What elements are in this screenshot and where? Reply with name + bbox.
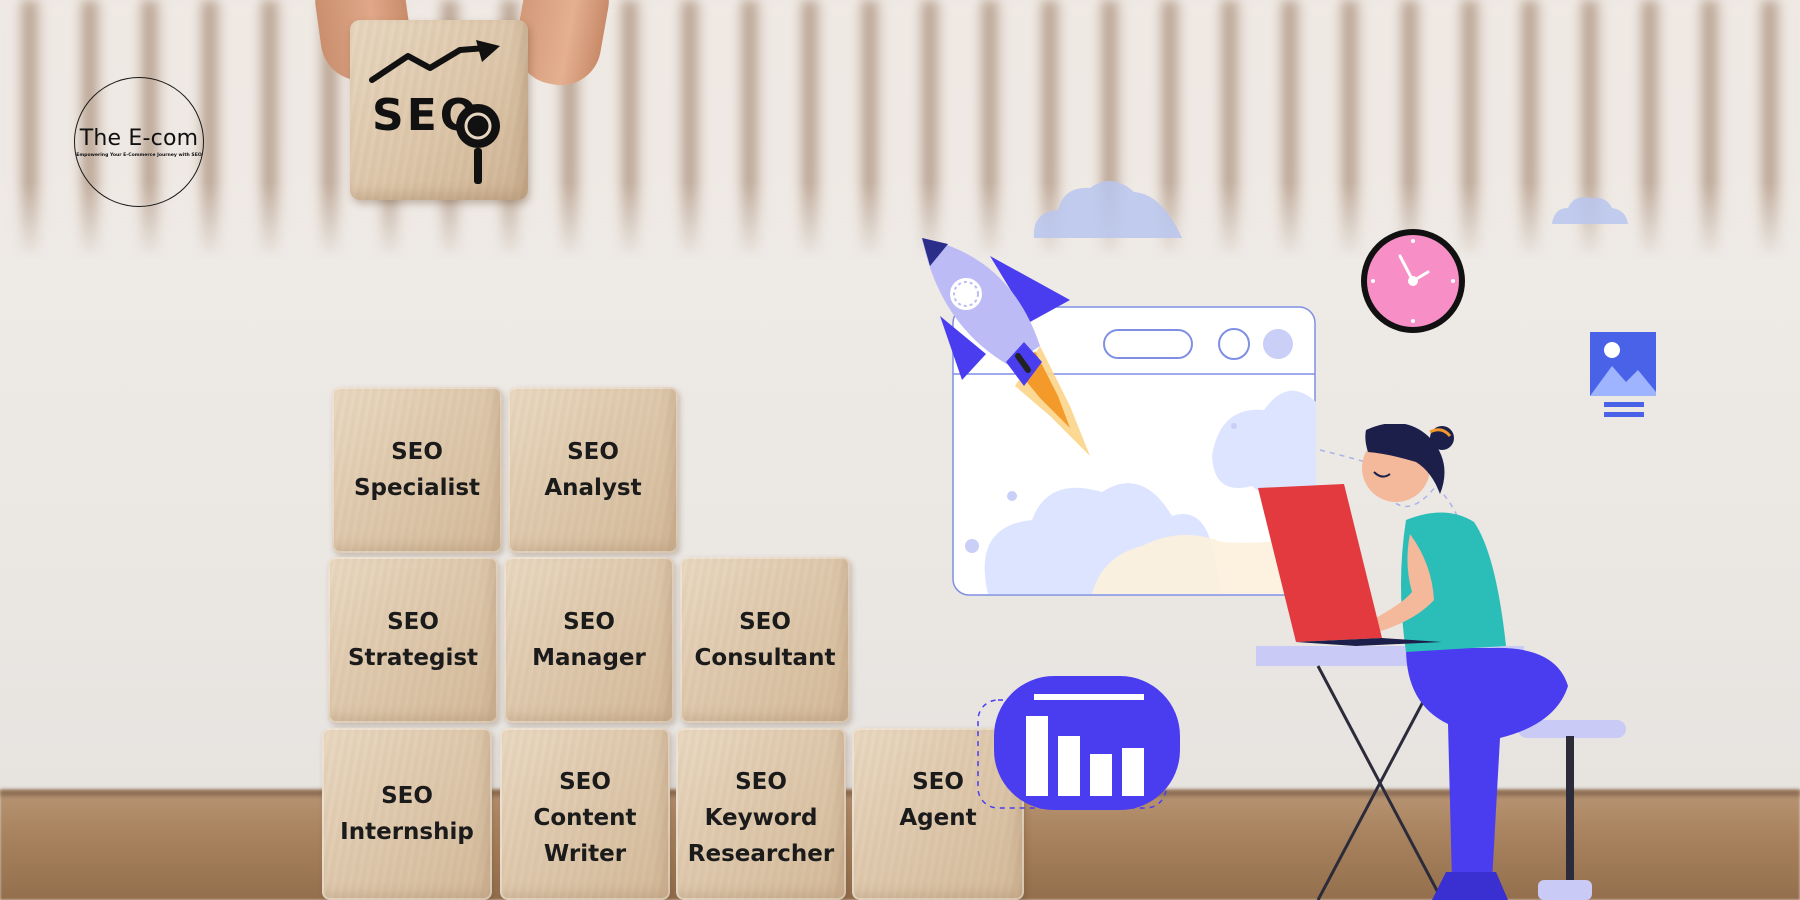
block-seo-consultant: SEO Consultant	[680, 557, 850, 723]
block-line: Internship	[340, 819, 474, 845]
image-icon	[1590, 332, 1656, 417]
clock-icon	[1361, 229, 1465, 333]
block-line: Consultant	[694, 645, 836, 671]
cloud-icon	[1552, 197, 1628, 224]
woman-at-laptop-illustration	[1256, 424, 1626, 900]
block-seo-specialist: SEO Specialist	[332, 387, 502, 553]
blurred-slat-background	[0, 0, 1800, 260]
block-line: Researcher	[687, 841, 835, 867]
block-line: SEO	[567, 439, 619, 465]
block-seo-strategist: SEO Strategist	[328, 557, 498, 723]
block-seo-keyword-researcher: SEO Keyword Researcher	[676, 728, 846, 900]
block-line: SEO	[391, 439, 443, 465]
seo-cube: SEO	[350, 20, 528, 200]
bar-chart-icon	[977, 676, 1180, 810]
block-seo-manager: SEO Manager	[504, 557, 674, 723]
block-line: SEO	[739, 609, 791, 635]
block-line: SEO	[912, 769, 964, 795]
cloud-icon	[1033, 180, 1182, 238]
block-line: SEO	[559, 769, 611, 795]
block-line: SEO	[563, 609, 615, 635]
block-line: Content	[533, 805, 637, 831]
rocket-icon	[922, 238, 1090, 456]
magnifier-icon	[456, 104, 500, 184]
banner-canvas: The E-com Empowering Your E-Commerce Jou…	[0, 0, 1800, 900]
block-seo-internship: SEO Internship	[322, 728, 492, 900]
block-line: Analyst	[544, 475, 642, 501]
brand-logo: The E-com Empowering Your E-Commerce Jou…	[74, 77, 204, 207]
block-line: SEO	[735, 769, 787, 795]
logo-title: The E-com	[79, 126, 199, 151]
block-line: Agent	[899, 805, 977, 831]
block-line: Manager	[532, 645, 646, 671]
block-line: Keyword	[704, 805, 818, 831]
block-line: Strategist	[347, 645, 479, 671]
block-seo-analyst: SEO Analyst	[508, 387, 678, 553]
block-seo-content-writer: SEO Content Writer	[500, 728, 670, 900]
block-line: SEO	[381, 783, 433, 809]
block-line: Specialist	[353, 475, 481, 501]
block-line: SEO	[387, 609, 439, 635]
seo-trend-icon	[369, 40, 500, 83]
logo-tagline: Empowering Your E-Commerce Journey with …	[76, 153, 202, 158]
block-line: Writer	[543, 841, 627, 867]
